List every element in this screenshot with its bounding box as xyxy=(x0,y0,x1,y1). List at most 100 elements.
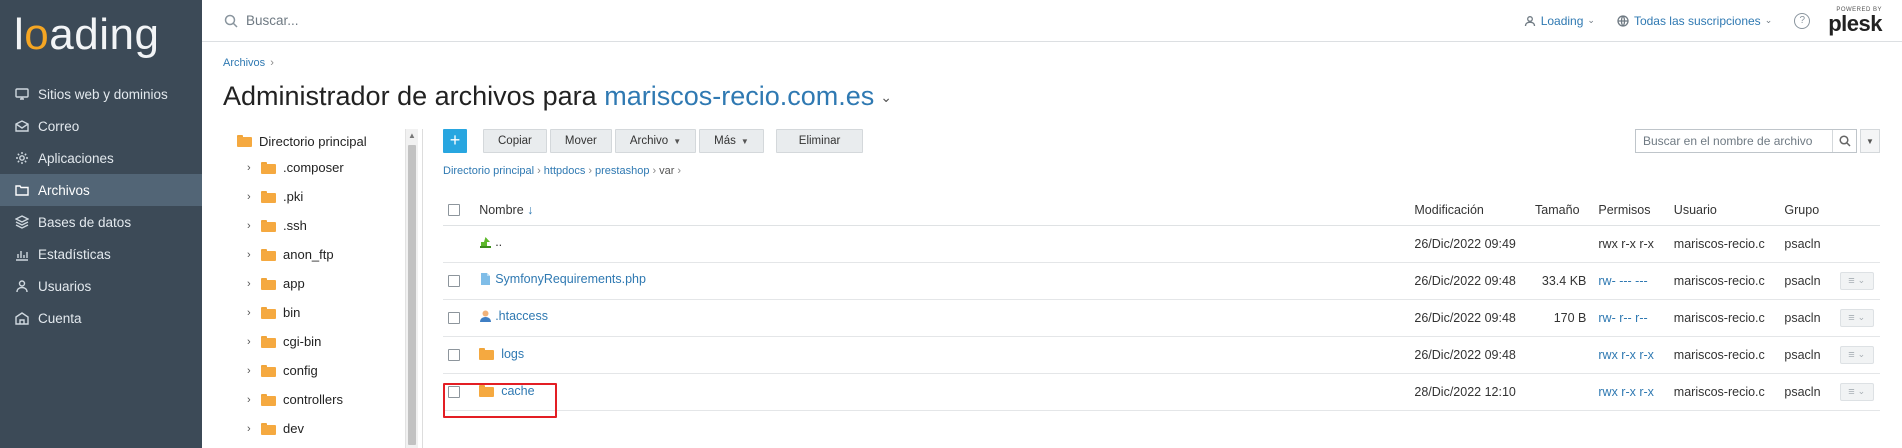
table-row[interactable]: .. 26/Dic/2022 09:49 rwx r-x r-x marisco… xyxy=(443,225,1880,263)
sidebar-item-mail[interactable]: Correo xyxy=(0,110,202,142)
chevron-right-icon[interactable]: › xyxy=(247,307,261,319)
scrollbar-thumb[interactable] xyxy=(408,145,416,445)
tree-item-label: anon_ftp xyxy=(283,247,334,262)
tree-item[interactable]: › dev xyxy=(223,414,422,443)
file-name[interactable]: .htaccess xyxy=(479,309,548,323)
page-title-domain[interactable]: mariscos-recio.com.es xyxy=(604,81,874,111)
delete-label: Eliminar xyxy=(798,135,841,147)
file-search-button[interactable] xyxy=(1832,130,1856,152)
folder-icon xyxy=(479,347,495,360)
table-row[interactable]: SymfonyRequirements.php 26/Dic/2022 09:4… xyxy=(443,262,1880,300)
sidebar-item-label: Archivos xyxy=(38,182,90,198)
sidebar-item-applications[interactable]: Aplicaciones xyxy=(0,142,202,174)
user-menu[interactable]: Loading ⌄ xyxy=(1524,14,1595,28)
tree-item[interactable]: › bin xyxy=(223,298,422,327)
more-button[interactable]: Más ▼ xyxy=(699,129,764,153)
sidebar-item-users[interactable]: Usuarios xyxy=(0,270,202,302)
tree-item-label: app xyxy=(283,276,305,291)
chevron-right-icon[interactable]: › xyxy=(247,394,261,406)
file-modified: 26/Dic/2022 09:49 xyxy=(1414,225,1536,263)
select-all-checkbox[interactable] xyxy=(448,204,460,217)
file-name[interactable]: .. xyxy=(479,235,502,249)
chevron-right-icon[interactable]: › xyxy=(247,191,261,203)
tree-item-label: dev xyxy=(283,421,304,436)
file-permissions[interactable]: rwx r-x r-x xyxy=(1598,385,1654,399)
delete-button[interactable]: Eliminar xyxy=(775,129,864,153)
file-name[interactable]: SymfonyRequirements.php xyxy=(479,272,646,286)
path-httpdocs[interactable]: httpdocs xyxy=(544,165,586,177)
column-modified[interactable]: Modificación xyxy=(1414,195,1536,226)
sidebar: loading Sitios web y dominios Correo Apl… xyxy=(0,0,202,448)
column-permissions[interactable]: Permisos xyxy=(1598,195,1674,226)
add-button[interactable]: + xyxy=(443,129,467,153)
chevron-right-icon[interactable]: › xyxy=(247,220,261,232)
file-permissions[interactable]: rwx r-x r-x xyxy=(1598,348,1654,362)
tree-item-label: config xyxy=(283,363,318,378)
php-file-icon xyxy=(481,273,491,285)
brand-logo[interactable]: loading xyxy=(0,0,202,70)
tree-root[interactable]: Directorio principal xyxy=(223,129,422,153)
file-modified: 26/Dic/2022 09:48 xyxy=(1414,299,1536,337)
breadcrumb-files[interactable]: Archivos xyxy=(223,57,265,69)
sidebar-item-statistics[interactable]: Estadísticas xyxy=(0,238,202,270)
row-checkbox[interactable] xyxy=(448,349,460,362)
tree-item[interactable]: › .ssh xyxy=(223,211,422,240)
tree-item[interactable]: › .composer xyxy=(223,153,422,182)
sidebar-item-account[interactable]: Cuenta xyxy=(0,302,202,334)
folder-icon xyxy=(261,248,276,261)
tree-item[interactable]: › app xyxy=(223,269,422,298)
column-user[interactable]: Usuario xyxy=(1673,195,1785,226)
row-checkbox[interactable] xyxy=(448,275,460,288)
chevron-right-icon[interactable]: › xyxy=(247,423,261,435)
row-actions-button[interactable]: ≡ ⌄ xyxy=(1839,382,1874,401)
chevron-right-icon[interactable]: › xyxy=(247,278,261,290)
menu-icon: ≡ xyxy=(1848,274,1855,287)
chevron-right-icon[interactable]: › xyxy=(247,249,261,261)
move-button[interactable]: Mover xyxy=(549,129,612,153)
help-icon[interactable]: ? xyxy=(1794,12,1811,29)
row-actions-button[interactable]: ≡ ⌄ xyxy=(1839,308,1874,327)
mail-icon xyxy=(14,118,30,134)
column-name[interactable]: Nombre ↓ xyxy=(479,195,1415,226)
column-size[interactable]: Tamaño xyxy=(1535,195,1599,226)
tree-scrollbar[interactable]: ▲ xyxy=(405,129,418,448)
subscriptions-menu[interactable]: Todas las suscripciones ⌄ xyxy=(1617,14,1772,28)
chevron-down-icon[interactable]: ⌄ xyxy=(880,89,892,105)
path-breadcrumb: Directorio principal › httpdocs › prestashop… xyxy=(443,165,1880,179)
chevron-right-icon[interactable]: › xyxy=(247,336,261,348)
sidebar-item-files[interactable]: Archivos xyxy=(0,174,202,206)
file-name[interactable]: logs xyxy=(479,347,524,361)
chevron-down-icon: ⌄ xyxy=(1857,312,1866,322)
chevron-right-icon[interactable]: › xyxy=(247,365,261,377)
chevron-right-icon[interactable]: › xyxy=(247,162,261,174)
global-search-input[interactable] xyxy=(246,13,546,28)
path-home[interactable]: Directorio principal xyxy=(443,165,534,177)
archive-button[interactable]: Archivo ▼ xyxy=(614,129,697,153)
column-name-label: Nombre xyxy=(479,202,524,217)
sidebar-item-websites[interactable]: Sitios web y dominios xyxy=(0,78,202,110)
file-search-box xyxy=(1635,129,1857,153)
search-options-dropdown[interactable]: ▼ xyxy=(1860,129,1880,153)
table-row[interactable]: .htaccess 26/Dic/2022 09:48 170 B rw- r-… xyxy=(443,299,1880,337)
column-group[interactable]: Grupo xyxy=(1784,195,1840,226)
file-search-input[interactable] xyxy=(1643,134,1823,148)
scroll-up-arrow[interactable]: ▲ xyxy=(406,129,418,143)
row-checkbox[interactable] xyxy=(448,312,460,325)
copy-button[interactable]: Copiar xyxy=(483,129,547,153)
tree-item[interactable]: › config xyxy=(223,356,422,385)
tree-item[interactable]: › anon_ftp xyxy=(223,240,422,269)
highlight-box xyxy=(443,383,557,418)
file-panel: + Copiar Mover Archivo▼ Más▼ Eliminar ▼ … xyxy=(443,129,1880,411)
file-permissions[interactable]: rw- --- --- xyxy=(1598,274,1647,288)
tree-item[interactable]: › controllers xyxy=(223,385,422,414)
table-row[interactable]: cache 28/Dic/2022 12:10 rwx r-x r-x mari… xyxy=(443,373,1880,411)
table-row[interactable]: logs 26/Dic/2022 09:48 rwx r-x r-x maris… xyxy=(443,336,1880,374)
file-permissions[interactable]: rw- r-- r-- xyxy=(1598,311,1647,325)
tree-item[interactable]: › .pki xyxy=(223,182,422,211)
sidebar-item-databases[interactable]: Bases de datos xyxy=(0,206,202,238)
row-actions-button[interactable]: ≡ ⌄ xyxy=(1839,271,1874,290)
tree-item[interactable]: › cgi-bin xyxy=(223,327,422,356)
user-menu-label: Loading xyxy=(1540,13,1584,28)
row-actions-button[interactable]: ≡ ⌄ xyxy=(1839,345,1874,364)
path-prestashop[interactable]: prestashop xyxy=(595,165,649,177)
